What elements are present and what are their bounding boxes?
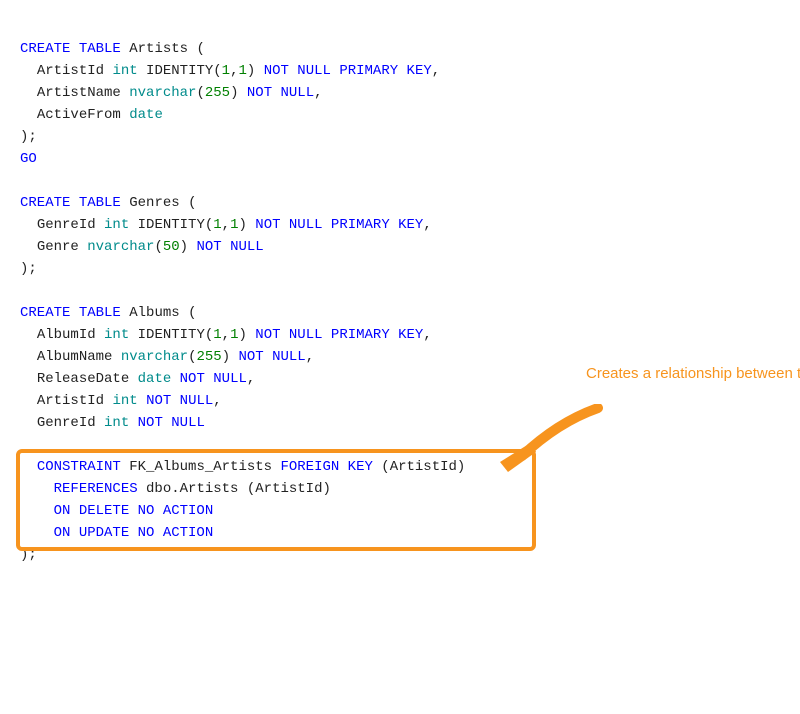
type-date-2: date [138, 371, 172, 387]
col-activefrom: ActiveFrom [37, 107, 121, 123]
type-nvarchar-3: nvarchar [121, 349, 188, 365]
num-1c: 1 [213, 217, 221, 233]
identity-close-2: ) [238, 217, 246, 233]
kw-not-null-3: NOT NULL [255, 217, 322, 233]
num-1e: 1 [213, 327, 221, 343]
col-genre: Genre [37, 239, 79, 255]
paren-close-6: ) [322, 481, 330, 497]
ref-col: ArtistId [255, 481, 322, 497]
identity-comma-2: , [222, 217, 230, 233]
type-int-2: int [104, 217, 129, 233]
annotation-text: Creates a relationship between the Album… [586, 364, 786, 384]
open-2: ( [180, 195, 197, 211]
kw-not-null-9: NOT NULL [138, 415, 205, 431]
kw-constraint: CONSTRAINT [37, 459, 121, 475]
fk-col: ArtistId [390, 459, 457, 475]
col-artistname: ArtistName [37, 85, 121, 101]
paren-open-5: ( [381, 459, 389, 475]
ref-table: dbo.Artists [146, 481, 238, 497]
kw-identity: IDENTITY( [138, 63, 222, 79]
kw-not-null-7: NOT NULL [180, 371, 247, 387]
ident-genres: Genres [129, 195, 179, 211]
type-date: date [129, 107, 163, 123]
col-albumname: AlbumName [37, 349, 113, 365]
arrow-icon [498, 404, 608, 476]
close-2: ); [20, 261, 37, 277]
kw-create-3: CREATE [20, 305, 70, 321]
kw-not-null-8: NOT NULL [146, 393, 213, 409]
open-3: ( [180, 305, 197, 321]
col-genreid: GenreId [37, 217, 96, 233]
comma-5: , [306, 349, 314, 365]
kw-not-null-6: NOT NULL [239, 349, 306, 365]
comma-6: , [247, 371, 255, 387]
type-int: int [112, 63, 137, 79]
type-int-3: int [104, 327, 129, 343]
kw-table: TABLE [79, 41, 121, 57]
num-1b: 1 [238, 63, 246, 79]
num-1a: 1 [222, 63, 230, 79]
ident-albums: Albums [129, 305, 179, 321]
kw-on-update: ON UPDATE NO ACTION [54, 525, 214, 541]
kw-not-null-5: NOT NULL [255, 327, 322, 343]
type-nvarchar-2: nvarchar [87, 239, 154, 255]
kw-primary-key-2: PRIMARY KEY [331, 217, 423, 233]
col-albumid: AlbumId [37, 327, 96, 343]
close-3: ); [20, 547, 37, 563]
kw-primary-key: PRIMARY KEY [339, 63, 431, 79]
kw-table-3: TABLE [79, 305, 121, 321]
identity-close-3: ) [238, 327, 246, 343]
kw-not-null-4: NOT NULL [196, 239, 263, 255]
kw-foreign-key: FOREIGN KEY [280, 459, 372, 475]
kw-not-null-2: NOT NULL [247, 85, 314, 101]
kw-primary-key-3: PRIMARY KEY [331, 327, 423, 343]
col-genreid-fk: GenreId [37, 415, 96, 431]
close-1: ); [20, 129, 37, 145]
num-255: 255 [205, 85, 230, 101]
paren-open-2: ( [196, 85, 204, 101]
kw-create: CREATE [20, 41, 70, 57]
comma-3: , [423, 217, 431, 233]
num-255b: 255 [196, 349, 221, 365]
comma-2: , [314, 85, 322, 101]
kw-table-2: TABLE [79, 195, 121, 211]
fk-name: FK_Albums_Artists [129, 459, 272, 475]
paren-open-6: ( [247, 481, 255, 497]
comma-7: , [213, 393, 221, 409]
paren-close-3: ) [180, 239, 188, 255]
type-int-5: int [104, 415, 129, 431]
kw-go: GO [20, 151, 37, 167]
kw-references: REFERENCES [54, 481, 138, 497]
kw-create-2: CREATE [20, 195, 70, 211]
paren-close-2: ) [230, 85, 238, 101]
sql-code-block: CREATE TABLE Artists ( ArtistId int IDEN… [20, 16, 780, 698]
type-int-4: int [112, 393, 137, 409]
identity-close: ) [247, 63, 255, 79]
col-artistid: ArtistId [37, 63, 104, 79]
kw-on-delete: ON DELETE NO ACTION [54, 503, 214, 519]
col-artistid-fk: ArtistId [37, 393, 104, 409]
comma-1: , [432, 63, 440, 79]
paren-close-5: ) [457, 459, 465, 475]
paren-open: ( [188, 41, 205, 57]
identity-open-2: IDENTITY( [129, 217, 213, 233]
type-nvarchar: nvarchar [129, 85, 196, 101]
comma-4: , [423, 327, 431, 343]
col-releasedate: ReleaseDate [37, 371, 129, 387]
identity-open-3: IDENTITY( [129, 327, 213, 343]
paren-close-4: ) [222, 349, 230, 365]
paren-open-3: ( [154, 239, 162, 255]
identity-comma-3: , [222, 327, 230, 343]
ident-artists: Artists [129, 41, 188, 57]
num-50: 50 [163, 239, 180, 255]
kw-not-null: NOT NULL [264, 63, 331, 79]
